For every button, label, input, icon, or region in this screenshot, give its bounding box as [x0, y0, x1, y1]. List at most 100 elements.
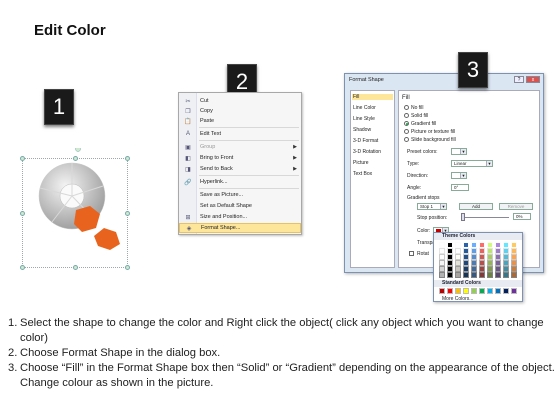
chevron-down-icon: ▼ [440, 204, 446, 209]
color-swatch[interactable] [463, 288, 469, 294]
paste-icon: 📋 [184, 118, 192, 125]
send-back-icon: ◨ [185, 166, 191, 173]
close-button[interactable]: x [526, 76, 540, 83]
nav-item-picture[interactable]: Picture [353, 160, 369, 166]
add-stop-button[interactable]: Add [459, 203, 493, 210]
step-badge-3: 3 [458, 52, 488, 88]
menu-item-send-to-back[interactable]: ◨ Send to Back ▶ [179, 164, 301, 174]
color-swatch[interactable] [439, 272, 445, 278]
nav-item-text-box[interactable]: Text Box [353, 171, 372, 177]
color-swatch[interactable] [495, 272, 501, 278]
resize-handle[interactable] [20, 156, 25, 161]
menu-separator [199, 188, 299, 189]
chevron-down-icon: ▼ [486, 161, 492, 166]
resize-handle[interactable] [73, 265, 78, 270]
color-swatch[interactable] [503, 272, 509, 278]
color-swatch[interactable] [463, 272, 469, 278]
menu-item-edit-text[interactable]: A Edit Text [179, 129, 301, 139]
color-swatch[interactable] [479, 272, 485, 278]
stop-position-slider[interactable] [461, 217, 509, 218]
angle-input[interactable]: 0° [451, 184, 469, 191]
nav-item-3d-format[interactable]: 3-D Format [353, 138, 378, 144]
instruction-item: 2. Choose Format Shape in the dialog box. [8, 347, 221, 359]
menu-item-copy[interactable]: ❐ Copy [179, 106, 301, 116]
preset-colors-label: Preset colors: [407, 149, 438, 155]
step-badge-1: 1 [44, 89, 74, 125]
page-title: Edit Color [34, 22, 106, 39]
rotate-handle[interactable] [75, 148, 81, 152]
puzzle-pie-shape[interactable] [30, 148, 140, 258]
radio-gradient-fill[interactable] [404, 121, 409, 126]
menu-item-format-shape[interactable]: ◈ Format Shape... [179, 223, 301, 233]
option-gradient-fill: Gradient fill [411, 121, 437, 127]
help-button[interactable]: ? [514, 76, 524, 83]
hyperlink-icon: 🔗 [184, 179, 192, 186]
radio-picture-fill[interactable] [404, 129, 409, 134]
nav-item-line-style[interactable]: Line Style [353, 116, 375, 122]
color-swatch[interactable] [439, 288, 445, 294]
rotate-checkbox[interactable] [409, 251, 414, 256]
type-select[interactable]: Linear ▼ [451, 160, 493, 167]
instructions: 1. Select the shape to change the color a… [8, 316, 556, 391]
color-swatch[interactable] [503, 288, 509, 294]
menu-item-group: ▣ Group ▶ [179, 142, 301, 152]
bring-front-icon: ◧ [185, 155, 191, 162]
submenu-arrow-icon: ▶ [293, 144, 297, 150]
direction-picker[interactable]: ▼ [451, 172, 467, 179]
more-colors-link[interactable]: More Colors... [442, 296, 473, 302]
menu-item-cut[interactable]: ✂ Cut [179, 96, 301, 106]
color-label: Color: [417, 228, 431, 234]
color-swatch[interactable] [487, 288, 493, 294]
color-swatch[interactable] [447, 272, 453, 278]
menu-item-paste[interactable]: 📋 Paste [179, 116, 301, 126]
rotate-label: Rotat [417, 251, 429, 257]
theme-colors-heading: Theme Colors [434, 233, 522, 240]
menu-item-hyperlink[interactable]: 🔗 Hyperlink... [179, 177, 301, 187]
color-swatch[interactable] [455, 272, 461, 278]
fill-heading: Fill [402, 95, 410, 101]
preset-colors-picker[interactable]: ▼ [451, 148, 467, 155]
context-menu: ✂ Cut ❐ Copy 📋 Paste A Edit Text ▣ Group ▶ ◧ Br… [178, 92, 302, 235]
slider-thumb[interactable] [461, 213, 465, 221]
copy-icon: ❐ [185, 108, 191, 115]
color-swatch[interactable] [511, 272, 517, 278]
menu-item-size-and-position[interactable]: ⊞ Size and Position... [179, 212, 301, 222]
nav-item-fill[interactable]: Fill [352, 94, 393, 100]
color-swatch[interactable] [511, 288, 517, 294]
color-palette-dropdown: Theme Colors Standard Colors More Colors… [433, 232, 523, 302]
radio-no-fill[interactable] [404, 105, 409, 110]
menu-item-bring-to-front[interactable]: ◧ Bring to Front ▶ [179, 153, 301, 163]
color-swatch[interactable] [455, 288, 461, 294]
type-label: Type: [407, 161, 420, 167]
resize-handle[interactable] [20, 265, 25, 270]
color-swatch[interactable] [479, 288, 485, 294]
dialog-nav: Fill Line Color Line Style Shadow 3-D Fo… [350, 90, 395, 268]
resize-handle[interactable] [20, 211, 25, 216]
color-swatch[interactable] [471, 272, 477, 278]
scissors-icon: ✂ [185, 98, 191, 105]
group-icon: ▣ [185, 144, 191, 151]
nav-item-shadow[interactable]: Shadow [353, 127, 371, 133]
color-swatch[interactable] [487, 272, 493, 278]
color-swatch[interactable] [471, 288, 477, 294]
angle-label: Angle: [407, 185, 422, 191]
nav-item-3d-rotation[interactable]: 3-D Rotation [353, 149, 381, 155]
menu-item-set-default-shape[interactable]: Set as Default Shape [179, 201, 301, 211]
color-swatch[interactable] [495, 288, 501, 294]
option-solid-fill: Solid fill [411, 113, 429, 119]
remove-stop-button[interactable]: Remove [499, 203, 533, 210]
nav-item-line-color[interactable]: Line Color [353, 105, 376, 111]
stop-select[interactable]: Stop 1 ▼ [417, 203, 447, 210]
radio-solid-fill[interactable] [404, 113, 409, 118]
option-no-fill: No fill [411, 105, 424, 111]
radio-slide-bg-fill[interactable] [404, 137, 409, 142]
chevron-down-icon: ▼ [460, 149, 466, 154]
resize-handle[interactable] [125, 265, 130, 270]
standard-colors-heading: Standard Colors [434, 280, 522, 287]
submenu-arrow-icon: ▶ [293, 155, 297, 161]
direction-label: Direction: [407, 173, 429, 179]
menu-item-save-as-picture[interactable]: Save as Picture... [179, 190, 301, 200]
option-slide-bg-fill: Slide background fill [411, 137, 456, 143]
color-swatch[interactable] [447, 288, 453, 294]
stop-position-input[interactable]: 0% [513, 213, 531, 220]
